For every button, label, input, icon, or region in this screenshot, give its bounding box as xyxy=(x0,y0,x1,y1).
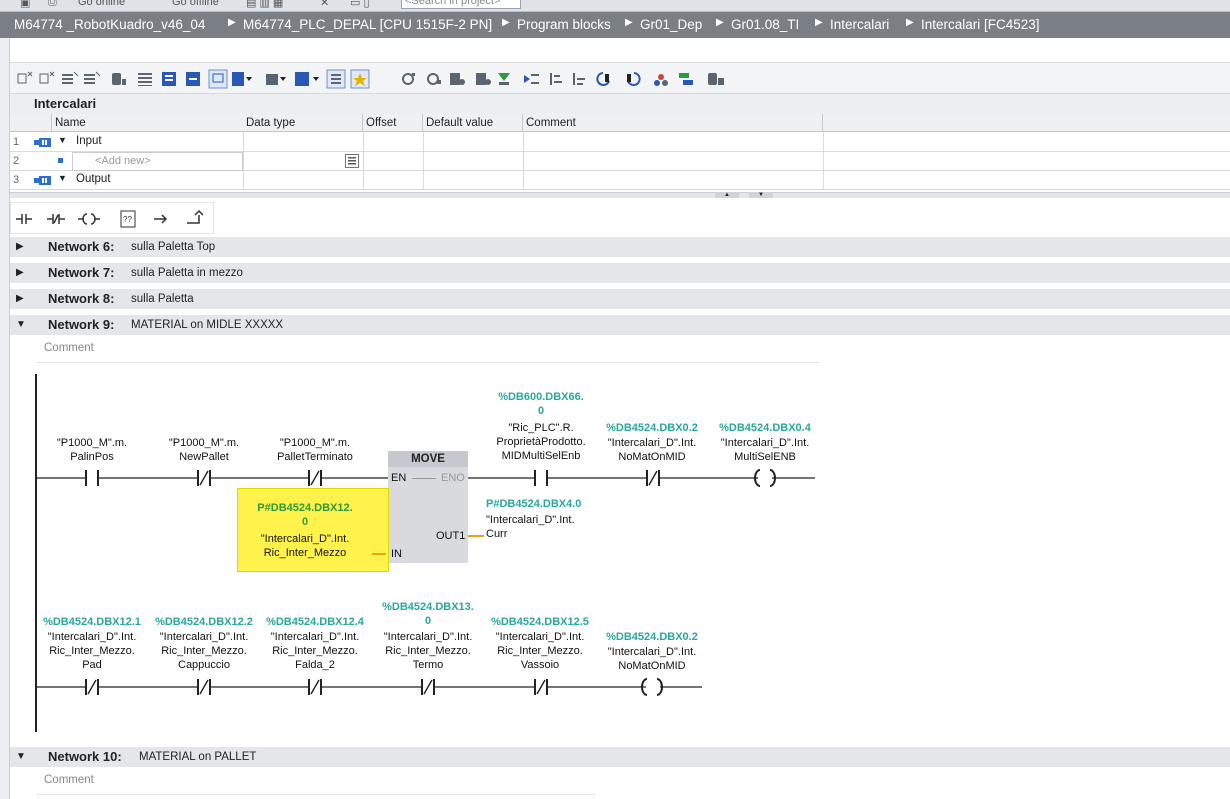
operand-newpallet-line2: NewPallet xyxy=(179,451,229,463)
operand-coil-address: %DB4524.DBX0.4 xyxy=(719,422,811,434)
operand-pad-line3: Pad xyxy=(82,659,102,671)
operand-c5-line1: "Intercalari_D".Int. xyxy=(607,437,697,449)
in-operand-tag-line1: "Intercalari_D".Int. xyxy=(260,533,350,545)
operand-palletterminato-line1: "P1000_M".m. xyxy=(279,437,351,449)
operand-vassoio-line2: Ric_Inter_Mezzo. xyxy=(497,645,583,657)
operand-termo-address: %DB4524.DBX13. xyxy=(382,601,474,613)
move-out1-pin: OUT1 xyxy=(436,530,466,542)
operand-newpallet-line1: "P1000_M".m. xyxy=(168,437,240,449)
operand-vassoio-address: %DB4524.DBX12.5 xyxy=(491,616,589,628)
in-operand-address: P#DB4524.DBX12. xyxy=(257,502,353,514)
operand-pad-address: %DB4524.DBX12.1 xyxy=(43,616,141,628)
operand-c4-line1: "Ric_PLC".R. xyxy=(508,422,574,434)
collapse-network-icon[interactable]: ▼ xyxy=(16,747,26,767)
out1-wire xyxy=(468,535,484,537)
operand-cappuccio-line2: Ric_Inter_Mezzo. xyxy=(161,645,247,657)
contact-newpallet[interactable] xyxy=(197,470,211,486)
operand-falda2-line2: Ric_Inter_Mezzo. xyxy=(272,645,358,657)
move-block[interactable] xyxy=(388,451,468,563)
operand-pad-line2: Ric_Inter_Mezzo. xyxy=(49,645,135,657)
operand-cappuccio-line1: "Intercalari_D".Int. xyxy=(159,631,249,643)
network-comment[interactable]: Comment xyxy=(44,774,94,786)
operand-pad-line1: "Intercalari_D".Int. xyxy=(47,631,137,643)
operand-c5-line2: NoMatOnMID xyxy=(618,451,686,463)
en-eno-line xyxy=(412,478,436,479)
operand-c4-line2: ProprietàProdotto. xyxy=(496,436,586,448)
operand-palinpos-line1: "P1000_M".m. xyxy=(56,437,128,449)
operand-coil-line2: MultiSelENB xyxy=(734,451,796,463)
operand-palinpos-line2: PalinPos xyxy=(70,451,114,463)
contact-cappuccio[interactable] xyxy=(197,679,211,695)
in-operand-tag-line2: Ric_Inter_Mezzo xyxy=(263,547,347,559)
operand-nomat-line1: "Intercalari_D".Int. xyxy=(607,646,697,658)
operand-nomat-address: %DB4524.DBX0.2 xyxy=(606,631,698,643)
operand-termo-address-2: 0 xyxy=(424,615,432,627)
power-rail xyxy=(35,374,37,732)
tia-portal-editor: ▣ ⎙ Go online Go offline ▤ ▥ ▦ ✕ ▭ ▯ <Se… xyxy=(0,0,1230,799)
contact-nomatonmid[interactable] xyxy=(646,470,660,486)
network-title[interactable]: MATERIAL on PALLET xyxy=(139,747,256,767)
in-wire xyxy=(372,553,386,555)
operand-c5-address: %DB4524.DBX0.2 xyxy=(606,422,698,434)
operand-termo-line3: Termo xyxy=(412,659,444,671)
lad-network-9 xyxy=(35,374,815,732)
comment-divider xyxy=(36,794,596,795)
contact-pad[interactable] xyxy=(85,679,99,695)
operand-nomat-line2: NoMatOnMID xyxy=(618,660,686,672)
move-in-pin: IN xyxy=(391,548,402,560)
out-operand-tag-line1: "Intercalari_D".Int. xyxy=(486,514,575,526)
operand-falda2-line1: "Intercalari_D".Int. xyxy=(270,631,360,643)
out-operand-address: P#DB4524.DBX4.0 xyxy=(486,498,582,510)
in-operand-address-2: 0 xyxy=(301,516,309,528)
contact-midmultiselenb[interactable] xyxy=(534,470,548,486)
operand-cappuccio-line3: Cappuccio xyxy=(178,659,230,671)
move-eno-pin: ENO xyxy=(441,472,465,484)
operand-c4-address-2: 0 xyxy=(537,405,545,417)
operand-palletterminato-line2: PalletTerminato xyxy=(277,451,353,463)
operand-falda2-address: %DB4524.DBX12.4 xyxy=(266,616,364,628)
operand-coil-line1: "Intercalari_D".Int. xyxy=(720,437,810,449)
operand-termo-line1: "Intercalari_D".Int. xyxy=(383,631,473,643)
network-label: Network 10: xyxy=(48,749,122,764)
operand-c4-address: %DB600.DBX66. xyxy=(498,391,584,403)
out-operand-tag-line2: Curr xyxy=(486,528,508,540)
move-block-title: MOVE xyxy=(388,451,468,467)
operand-c4-line3: MIDMultiSelEnb xyxy=(501,450,581,462)
contact-palletterminato[interactable] xyxy=(308,470,322,486)
contact-palinpos[interactable] xyxy=(85,470,99,486)
operand-falda2-line3: Falda_2 xyxy=(295,659,335,671)
operand-termo-line2: Ric_Inter_Mezzo. xyxy=(385,645,471,657)
contact-vassoio[interactable] xyxy=(534,679,548,695)
contact-falda2[interactable] xyxy=(308,679,322,695)
operand-vassoio-line3: Vassoio xyxy=(520,659,560,671)
operand-cappuccio-address: %DB4524.DBX12.2 xyxy=(155,616,253,628)
move-en-pin: EN xyxy=(391,472,407,484)
operand-vassoio-line1: "Intercalari_D".Int. xyxy=(495,631,585,643)
network-header[interactable]: ▼ Network 10: MATERIAL on PALLET xyxy=(10,747,1230,767)
contact-termo[interactable] xyxy=(421,679,435,695)
